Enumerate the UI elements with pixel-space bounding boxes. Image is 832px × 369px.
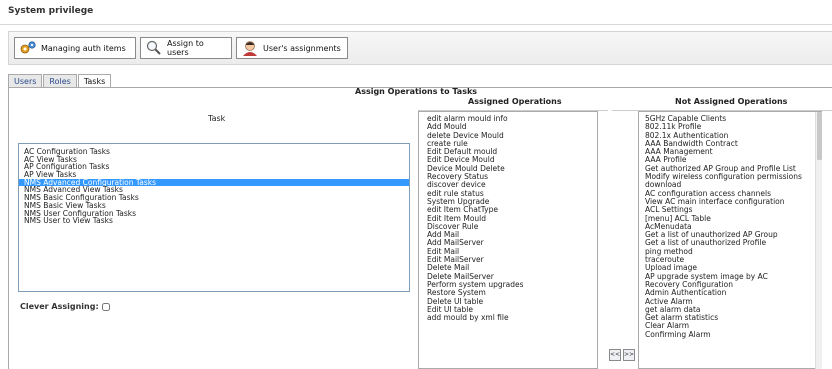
task-list-item[interactable]: AP Configuration Tasks [19, 163, 409, 171]
not-assigned-operation-item[interactable]: Confirming Alarm [639, 330, 821, 339]
magnifier-icon [145, 40, 163, 56]
assigned-operation-item[interactable]: add mould by xml file [419, 313, 597, 322]
task-list-item[interactable]: AC Configuration Tasks [19, 148, 409, 156]
managing-auth-items-label: Managing auth items [41, 43, 126, 53]
not-assigned-operations-listbox[interactable]: 5GHz Capable Clients 802.11k Profile 802.1… [638, 111, 822, 369]
users-assignments-button[interactable]: User's assignments [236, 37, 348, 59]
tab-bar: Users Roles Tasks [8, 74, 112, 88]
assigned-operations-listbox[interactable]: edit alarm mould info Add Mould delete Dev… [418, 111, 598, 369]
gears-icon [19, 40, 37, 56]
users-assignments-label: User's assignments [263, 43, 341, 53]
assign-to-users-label: Assign to users [167, 39, 204, 57]
tab-users[interactable]: Users [8, 74, 43, 87]
tab-roles[interactable]: Roles [43, 74, 77, 87]
scrollbar-thumb[interactable] [817, 112, 822, 160]
clever-assigning: Clever Assigning: [20, 302, 110, 311]
task-column-header: Task [208, 114, 226, 123]
section-heading: Assign Operations to Tasks [355, 87, 478, 96]
assigned-operations-header: Assigned Operations [468, 97, 562, 106]
clever-assigning-label: Clever Assigning: [20, 302, 99, 311]
task-listbox[interactable]: AC Configuration Tasks AC View Tasks AP Co… [18, 143, 410, 292]
assign-to-users-button[interactable]: Assign to users [140, 37, 232, 59]
tab-tasks[interactable]: Tasks [77, 74, 112, 88]
user-avatar-icon [241, 40, 259, 56]
clever-assigning-checkbox[interactable] [101, 302, 110, 311]
managing-auth-items-button[interactable]: Managing auth items [14, 37, 136, 59]
page-title: System privilege [8, 6, 94, 16]
task-list-item[interactable]: NMS User to View Tasks [19, 217, 409, 225]
title-divider [0, 24, 832, 25]
not-assigned-operations-header: Not Assigned Operations [675, 97, 788, 106]
toolbar: Managing auth items Assign to users User… [8, 31, 832, 65]
move-left-button[interactable]: << [609, 349, 621, 361]
not-assigned-scrollbar[interactable] [815, 112, 822, 369]
move-right-button[interactable]: >> [623, 349, 635, 361]
